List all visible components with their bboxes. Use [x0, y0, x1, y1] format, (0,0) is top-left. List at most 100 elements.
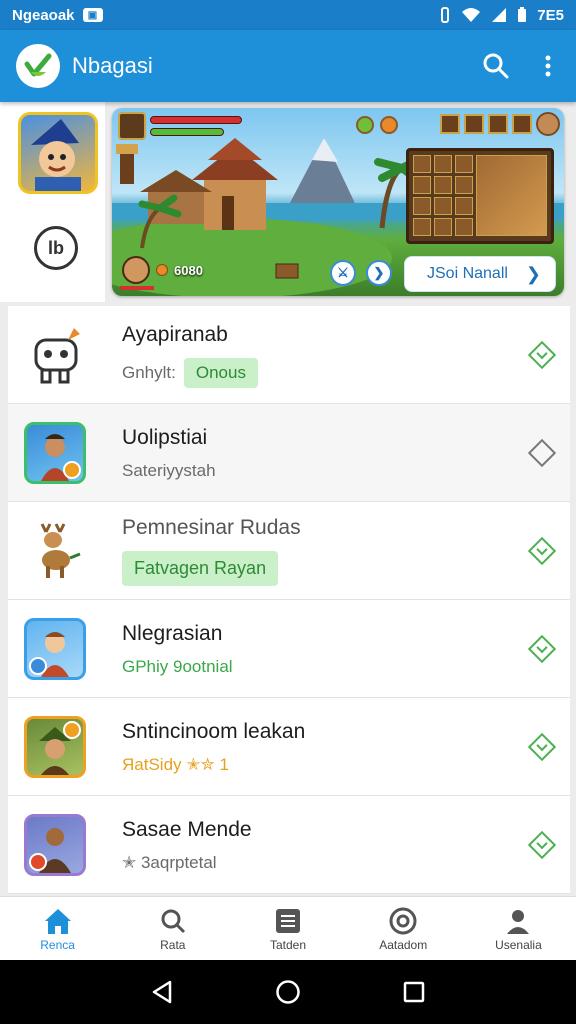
- badge-icon: [63, 460, 81, 479]
- home-circle-icon[interactable]: [275, 979, 301, 1005]
- inventory-slot[interactable]: [434, 155, 452, 173]
- bag-icon[interactable]: [464, 114, 484, 134]
- system-nav-bar: [0, 960, 576, 1024]
- player-avatar[interactable]: [536, 112, 560, 136]
- hero-face-icon: [122, 256, 150, 284]
- list-item-title: Sasae Mende: [122, 817, 252, 841]
- status-chip: Fatvagen Rayan: [122, 551, 279, 586]
- list-item-title: Nlegrasian: [122, 621, 223, 645]
- warrior-icon: [24, 421, 86, 484]
- inventory-preview: [476, 155, 547, 236]
- app-bar: Nbagasi: [0, 30, 576, 102]
- inventory-panel[interactable]: [406, 148, 554, 244]
- recents-icon[interactable]: [403, 981, 425, 1003]
- sword-action-button[interactable]: ⚔: [330, 260, 356, 286]
- notification-icon: ▣: [82, 8, 103, 22]
- badge-icon: [29, 656, 47, 675]
- target-icon: [389, 906, 417, 936]
- search-icon[interactable]: [482, 52, 510, 80]
- nav-label: Renca: [40, 937, 75, 952]
- nav-target[interactable]: Aatadom: [346, 897, 461, 960]
- status-chip: Onous: [183, 357, 258, 388]
- nav-search[interactable]: Rata: [115, 897, 230, 960]
- nav-label: Tatden: [269, 937, 307, 952]
- shield-icon[interactable]: [380, 116, 398, 134]
- app-logo-icon[interactable]: [16, 44, 60, 88]
- skill-action-button[interactable]: ❯: [366, 260, 392, 286]
- score-value: 6080: [174, 262, 203, 278]
- inventory-slot[interactable]: [455, 155, 473, 173]
- list-item[interactable]: Ayapiranab Gnhylt: Onous: [8, 306, 570, 404]
- list-item[interactable]: Pemnesinar Rudas Fatvagen Rayan: [8, 502, 570, 600]
- score-display: 6080: [122, 256, 203, 284]
- list-item[interactable]: Uolipstiai Sateriyystah: [8, 404, 570, 502]
- list-icon: [275, 906, 301, 936]
- deer-icon: [24, 520, 86, 582]
- signal-icon: [492, 8, 507, 22]
- battery-icon: [518, 7, 527, 22]
- nav-profile[interactable]: Usenalia: [461, 897, 576, 960]
- list-item-title: Sntincinoom leakan: [122, 719, 306, 743]
- carrier-label: Ngeaoak: [12, 6, 75, 24]
- leaf-icon[interactable]: [356, 116, 374, 134]
- map-icon[interactable]: [440, 114, 460, 134]
- list-item-title: Ayapiranab: [122, 322, 228, 346]
- list-item-title: Pemnesinar Rudas: [122, 516, 301, 539]
- status-bar: Ngeaoak ▣ 7E5: [0, 0, 576, 30]
- search-icon: [160, 906, 186, 936]
- quest-icon[interactable]: [512, 114, 532, 134]
- nav-label: Rata: [160, 937, 186, 952]
- nav-label: Aatadom: [379, 937, 428, 952]
- inventory-slot[interactable]: [455, 197, 473, 215]
- list-item[interactable]: Sntincinoom leakan ЯatSidy ✭✮ 1: [8, 698, 570, 796]
- nav-label: Usenalia: [495, 937, 542, 952]
- inventory-slot[interactable]: [434, 218, 452, 236]
- list-item-subtitle: Sateriyystah: [122, 460, 216, 480]
- nav-home[interactable]: Renca: [0, 897, 115, 960]
- clock-label: 7E5: [537, 6, 564, 24]
- inventory-slot[interactable]: [455, 218, 473, 236]
- list-item[interactable]: Nlegrasian GPhiy 9ootnial: [8, 600, 570, 698]
- inventory-slot[interactable]: [434, 176, 452, 194]
- profile-icon: [505, 906, 531, 936]
- wifi-icon: [462, 8, 481, 22]
- inventory-slot[interactable]: [413, 197, 431, 215]
- more-options-icon[interactable]: [544, 54, 552, 78]
- list-item-subtitle: Gnhylt:: [122, 362, 176, 382]
- back-icon[interactable]: [151, 980, 173, 1004]
- nav-list[interactable]: Tatden: [230, 897, 345, 960]
- inventory-slot[interactable]: [413, 218, 431, 236]
- app-title: Nbagasi: [72, 53, 153, 78]
- game-list: Ayapiranab Gnhylt: Onous Uolipstiai Sate…: [8, 306, 570, 894]
- health-bars: [150, 116, 242, 140]
- hud-quick-icons: [356, 116, 398, 134]
- inventory-slot[interactable]: [413, 176, 431, 194]
- chest-icon[interactable]: [488, 114, 508, 134]
- list-item-title: Uolipstiai: [122, 425, 208, 449]
- energy-bar: [150, 128, 224, 136]
- robot-mascot-icon: [24, 324, 86, 386]
- hp-strip: [120, 286, 154, 290]
- banner-cta-button[interactable]: JSoi Nanall ❯: [404, 256, 556, 292]
- list-item-subtitle: GPhiy 9ootnial: [122, 656, 233, 676]
- banner-cta-label: JSoi Nanall: [427, 265, 508, 282]
- bottom-nav: Renca Rata Tatden Aatadom Usenalia: [0, 896, 576, 960]
- chevron-right-icon: ❯: [525, 263, 541, 284]
- star-badge-icon: [63, 720, 81, 739]
- list-item[interactable]: Sasae Mende ✭ 3aqrptetal: [8, 796, 570, 894]
- inventory-slot[interactable]: [434, 197, 452, 215]
- side-rail: lb: [0, 102, 105, 302]
- list-item-subtitle: ЯatSidy ✭✮ 1: [122, 754, 229, 774]
- featured-banner[interactable]: 6080 ⚔ ❯ JSoi Nanall ❯: [112, 108, 564, 296]
- inventory-slot[interactable]: [413, 155, 431, 173]
- health-bar: [150, 116, 242, 124]
- fighter-icon: [24, 813, 86, 876]
- guild-flag-icon[interactable]: [118, 112, 146, 140]
- featured-game-avatar[interactable]: [18, 112, 98, 194]
- coin-icon: [156, 264, 168, 276]
- inventory-slot[interactable]: [455, 176, 473, 194]
- adventurer-icon: [24, 617, 86, 680]
- list-item-subtitle: ✭ 3aqrptetal: [122, 852, 217, 872]
- home-icon: [43, 906, 73, 936]
- brand-badge-icon[interactable]: lb: [34, 226, 78, 270]
